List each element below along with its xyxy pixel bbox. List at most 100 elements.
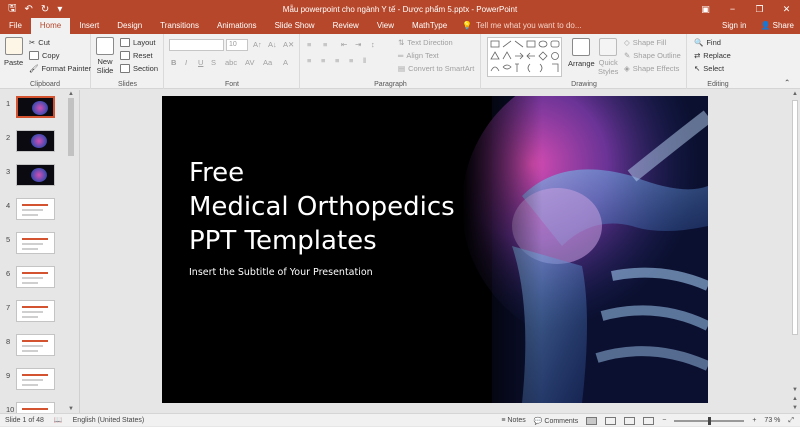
- slide-thumbnail[interactable]: [16, 368, 55, 390]
- zoom-slider-knob[interactable]: [708, 416, 712, 425]
- zoom-in-icon[interactable]: +: [752, 417, 756, 424]
- align-center-icon[interactable]: ≡: [321, 56, 325, 65]
- ribbon-display-icon[interactable]: ▣: [692, 0, 719, 18]
- font-color-icon[interactable]: A: [283, 58, 288, 67]
- tab-design[interactable]: Design: [108, 18, 151, 34]
- slide-thumbnail[interactable]: [16, 266, 55, 288]
- new-slide-button[interactable]: New Slide: [96, 37, 114, 75]
- tell-me-box[interactable]: 💡 Tell me what you want to do...: [462, 18, 581, 34]
- increase-indent-icon[interactable]: ⇥: [355, 40, 361, 49]
- share-button[interactable]: 👤 Share: [760, 18, 794, 34]
- grow-font-icon[interactable]: A↑: [253, 40, 262, 49]
- fit-slide-icon[interactable]: ⤢: [788, 417, 794, 425]
- slide-thumbnail-row[interactable]: 7: [0, 300, 70, 324]
- comments-button[interactable]: 💬 Comments: [534, 417, 579, 425]
- slide-thumbnail-row[interactable]: 8: [0, 334, 70, 358]
- zoom-out-icon[interactable]: −: [662, 417, 666, 424]
- shrink-font-icon[interactable]: A↓: [268, 40, 277, 49]
- find-button[interactable]: 🔍 Find: [694, 38, 721, 47]
- tab-file[interactable]: File: [0, 18, 31, 34]
- slide-thumbnail[interactable]: [16, 130, 55, 152]
- line-spacing-icon[interactable]: ↕: [371, 40, 375, 49]
- redo-icon[interactable]: ↻: [41, 4, 49, 15]
- shape-outline-button[interactable]: ✎ Shape Outline: [624, 51, 681, 60]
- convert-smartart-button[interactable]: ▤ Convert to SmartArt: [398, 64, 474, 73]
- strikethrough-icon[interactable]: abc: [225, 58, 237, 67]
- tab-view[interactable]: View: [368, 18, 403, 34]
- save-icon[interactable]: 🖫: [8, 1, 17, 18]
- sign-in-link[interactable]: Sign in: [722, 18, 746, 34]
- font-size-box[interactable]: 10: [226, 39, 248, 51]
- customize-icon[interactable]: ▾: [57, 4, 62, 15]
- copy-button[interactable]: Copy: [29, 51, 60, 60]
- layout-button[interactable]: Layout: [120, 38, 156, 47]
- slide-thumbnail-row[interactable]: 4: [0, 198, 70, 222]
- slide-thumbnail-row[interactable]: 2: [0, 130, 70, 154]
- minimize-icon[interactable]: −: [719, 0, 746, 18]
- bold-icon[interactable]: B: [171, 58, 176, 67]
- spellcheck-icon[interactable]: 📖: [54, 416, 63, 424]
- thumbnail-scroll-thumb[interactable]: [68, 98, 74, 156]
- arrange-button[interactable]: Arrange: [568, 38, 595, 68]
- bullets-icon[interactable]: ≡: [307, 40, 311, 49]
- slide-thumbnail-row[interactable]: 5: [0, 232, 70, 256]
- slide-thumbnail-row[interactable]: 10: [0, 402, 70, 413]
- scroll-up-icon[interactable]: ▲: [790, 90, 800, 99]
- replace-button[interactable]: ⇄ Replace: [694, 51, 731, 60]
- close-icon[interactable]: ✕: [773, 0, 800, 18]
- slide-thumbnail[interactable]: [16, 164, 55, 186]
- shapes-gallery[interactable]: [487, 37, 562, 77]
- paste-button[interactable]: Paste: [4, 37, 23, 67]
- decrease-indent-icon[interactable]: ⇤: [341, 40, 347, 49]
- zoom-slider[interactable]: [674, 416, 745, 425]
- reading-view-icon[interactable]: [624, 416, 636, 425]
- change-case-icon[interactable]: Aa: [263, 58, 272, 67]
- align-right-icon[interactable]: ≡: [335, 56, 339, 65]
- slide-thumbnail[interactable]: [16, 232, 55, 254]
- restore-icon[interactable]: ❐: [746, 0, 773, 18]
- shape-effects-button[interactable]: ◈ Shape Effects: [624, 64, 679, 73]
- tab-home[interactable]: Home: [30, 18, 71, 34]
- tab-transitions[interactable]: Transitions: [151, 18, 208, 34]
- format-painter-button[interactable]: 🖌 Format Painter: [29, 64, 91, 73]
- cut-button[interactable]: ✂ Cut: [29, 38, 50, 47]
- slide-subtitle[interactable]: Insert the Subtitle of Your Presentation: [189, 267, 373, 278]
- tab-slide-show[interactable]: Slide Show: [266, 18, 324, 34]
- slide-title[interactable]: Free Medical Orthopedics PPT Templates: [189, 156, 509, 258]
- align-left-icon[interactable]: ≡: [307, 56, 311, 65]
- next-slide-icon[interactable]: ▼: [790, 404, 800, 413]
- previous-slide-icon[interactable]: ▲: [790, 395, 800, 404]
- slide-thumbnail-row[interactable]: 6: [0, 266, 70, 290]
- scroll-down-icon[interactable]: ▼: [790, 386, 800, 395]
- section-button[interactable]: Section: [120, 64, 158, 73]
- shape-fill-button[interactable]: ◇ Shape Fill: [624, 38, 666, 47]
- slide-thumbnail-row[interactable]: 9: [0, 368, 70, 392]
- slide-thumbnail[interactable]: [16, 402, 55, 413]
- slide-sorter-icon[interactable]: [605, 416, 617, 425]
- slide-thumbnail[interactable]: [16, 334, 55, 356]
- spacing-icon[interactable]: AV: [245, 58, 254, 67]
- slide-scroll-thumb[interactable]: [792, 100, 798, 335]
- columns-icon[interactable]: ‖: [363, 56, 366, 65]
- font-name-box[interactable]: [169, 39, 224, 51]
- tab-review[interactable]: Review: [324, 18, 368, 34]
- slide-show-icon[interactable]: [643, 416, 655, 425]
- current-slide[interactable]: Free Medical Orthopedics PPT Templates I…: [162, 96, 708, 403]
- undo-icon[interactable]: ↶: [25, 4, 33, 15]
- collapse-ribbon-icon[interactable]: ⌃: [784, 78, 790, 87]
- thumbnail-scrollbar[interactable]: ▲ ▼: [67, 90, 75, 413]
- underline-icon[interactable]: U: [198, 58, 203, 67]
- zoom-level[interactable]: 73 %: [764, 417, 780, 424]
- tab-insert[interactable]: Insert: [70, 18, 108, 34]
- italic-icon[interactable]: I: [185, 58, 187, 67]
- slide-thumbnail-row[interactable]: 1: [0, 96, 70, 120]
- shadow-icon[interactable]: S: [211, 58, 216, 67]
- normal-view-icon[interactable]: [586, 416, 598, 425]
- language-indicator[interactable]: English (United States): [73, 417, 145, 424]
- select-button[interactable]: ↖ Select: [694, 64, 724, 73]
- scroll-down-icon[interactable]: ▼: [67, 405, 75, 413]
- reset-button[interactable]: Reset: [120, 51, 153, 60]
- slide-scrollbar[interactable]: ▲ ▼ ▲ ▼: [790, 90, 800, 413]
- notes-button[interactable]: ≡ Notes: [501, 417, 525, 424]
- justify-icon[interactable]: ≡: [349, 56, 353, 65]
